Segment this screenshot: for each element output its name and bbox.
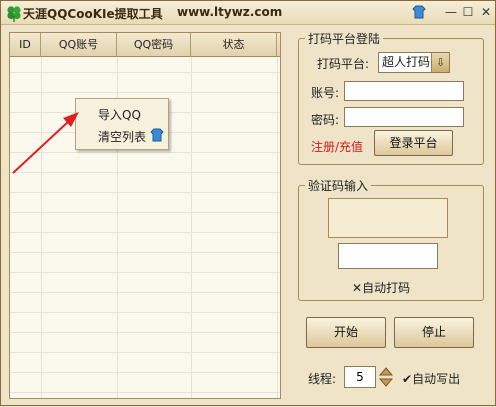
auto-write-label: 自动写出 [412, 372, 461, 386]
minimize-button[interactable]: — [443, 4, 459, 20]
auto-code-checkbox[interactable]: ✕自动打码 [352, 279, 410, 296]
title-bar[interactable]: 天涯QQCooKIe提取工具 www.ltywz.com — ☐ ✕ [1, 1, 495, 25]
password-input[interactable] [344, 107, 464, 127]
captcha-image [328, 198, 448, 238]
app-url: www.ltywz.com [177, 5, 283, 19]
maximize-button[interactable]: ☐ [460, 4, 476, 20]
grid-line [277, 57, 278, 398]
start-button[interactable]: 开始 [306, 317, 386, 348]
stop-button[interactable]: 停止 [394, 317, 474, 348]
account-input[interactable] [344, 81, 464, 101]
shirt-cursor-icon [150, 128, 164, 142]
context-menu: 导入QQ 清空列表 [75, 98, 169, 150]
register-recharge-link[interactable]: 注册/充值 [311, 138, 363, 155]
app-window: 天涯QQCooKIe提取工具 www.ltywz.com — ☐ ✕ ID QQ… [0, 0, 496, 406]
login-group-title: 打码平台登陆 [305, 30, 384, 47]
auto-write-checkbox[interactable]: ✔自动写出 [402, 370, 460, 387]
threads-input[interactable] [344, 366, 376, 388]
column-qq-password[interactable]: QQ密码 [117, 33, 191, 57]
app-title: 天涯QQCooKIe提取工具 [23, 7, 163, 21]
platform-label: 打码平台: [317, 57, 370, 71]
captcha-group-title: 验证码输入 [305, 177, 372, 194]
menu-item-clear-list[interactable]: 清空列表 [98, 128, 146, 145]
account-label: 账号: [311, 86, 340, 100]
qq-list[interactable]: ID QQ账号 QQ密码 状态 [9, 32, 281, 399]
password-label: 密码: [311, 113, 340, 127]
captcha-input[interactable] [338, 243, 438, 269]
grid-line [191, 57, 192, 398]
grid-line [41, 57, 42, 398]
skin-icon[interactable] [411, 4, 427, 20]
column-qq-account[interactable]: QQ账号 [41, 33, 117, 57]
clover-icon [7, 6, 21, 22]
check-icon: ✔ [402, 372, 413, 386]
column-id[interactable]: ID [10, 33, 41, 57]
login-platform-button[interactable]: 登录平台 [374, 130, 453, 156]
column-status[interactable]: 状态 [191, 33, 277, 57]
unchecked-x-icon: ✕ [352, 281, 363, 295]
dropdown-arrow-icon[interactable]: ⇩ [431, 53, 449, 72]
spinner-icon[interactable] [378, 366, 394, 388]
list-header: ID QQ账号 QQ密码 状态 [10, 33, 280, 57]
close-button[interactable]: ✕ [478, 4, 494, 20]
threads-label: 线程: [308, 372, 337, 386]
menu-item-import-qq[interactable]: 导入QQ [98, 106, 141, 123]
auto-code-label: 自动打码 [362, 281, 411, 295]
